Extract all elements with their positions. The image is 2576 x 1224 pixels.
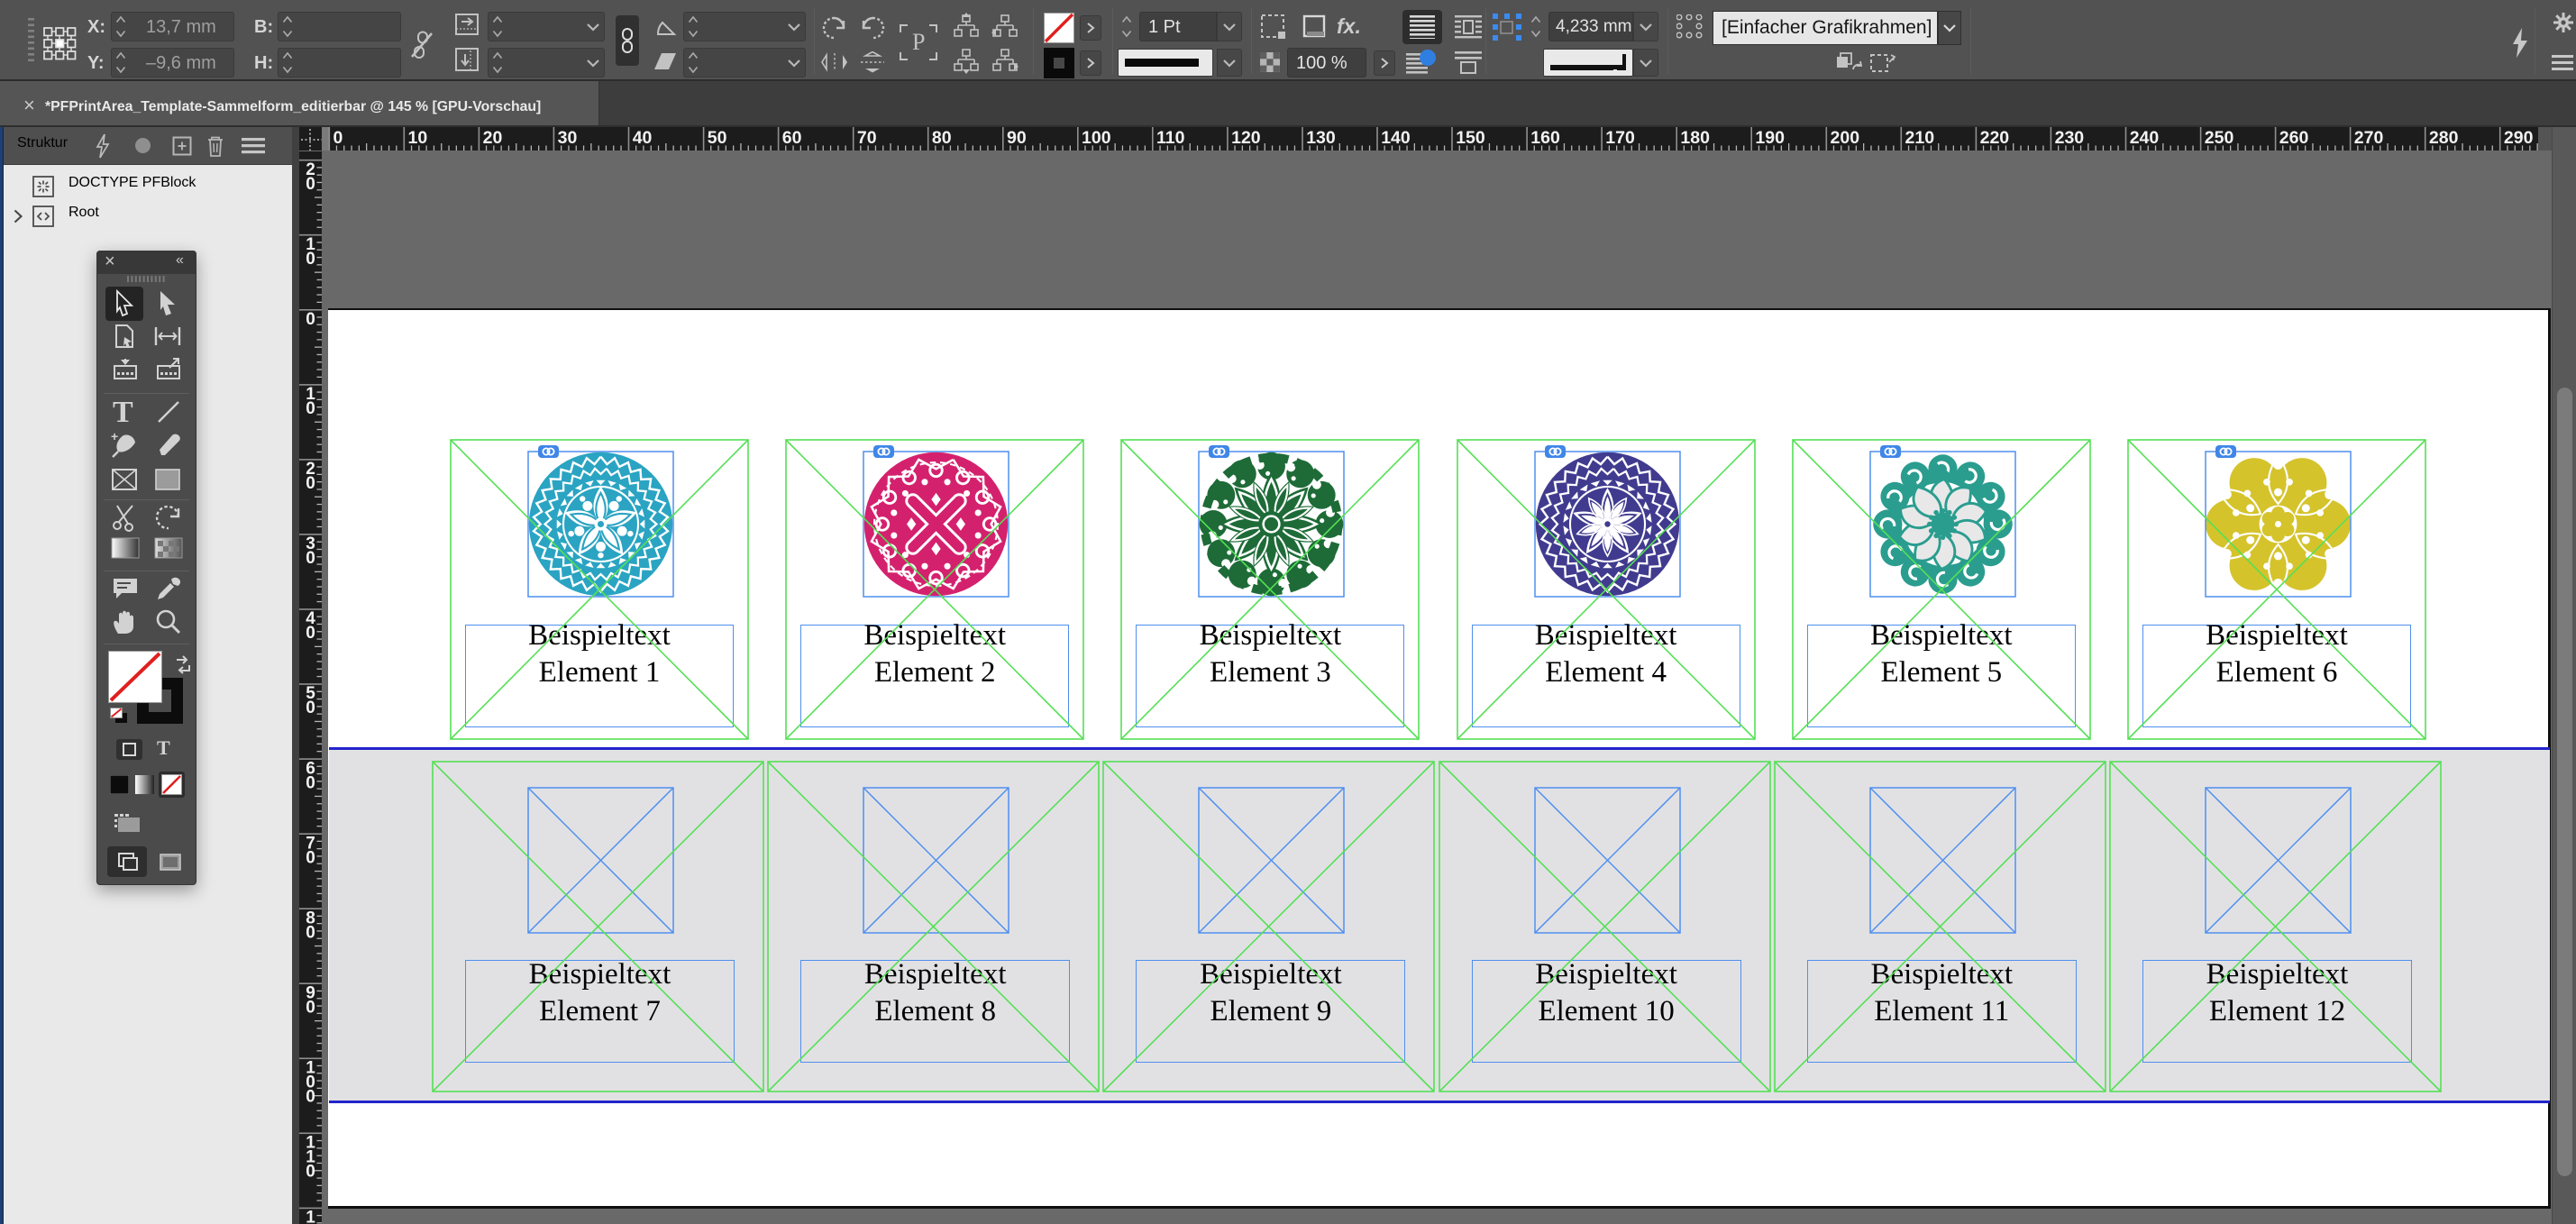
svg-text:80: 80 (932, 128, 952, 148)
svg-text:0: 0 (306, 549, 315, 568)
svg-text:140: 140 (1381, 128, 1411, 148)
svg-text:0: 0 (306, 699, 315, 717)
svg-text:0: 0 (306, 998, 315, 1017)
svg-text:250: 250 (2205, 128, 2234, 148)
svg-text:240: 240 (2130, 128, 2160, 148)
svg-text:1: 1 (306, 1209, 315, 1224)
svg-text:230: 230 (2055, 128, 2085, 148)
svg-text:0: 0 (306, 175, 315, 194)
svg-text:30: 30 (558, 128, 578, 148)
svg-text:0: 0 (306, 310, 315, 329)
svg-text:180: 180 (1680, 128, 1710, 148)
svg-text:200: 200 (1831, 128, 1860, 148)
svg-text:20: 20 (483, 128, 503, 148)
svg-text:130: 130 (1306, 128, 1336, 148)
svg-text:270: 270 (2354, 128, 2384, 148)
svg-text:170: 170 (1605, 128, 1635, 148)
svg-text:0: 0 (306, 624, 315, 643)
svg-text:70: 70 (857, 128, 877, 148)
svg-text:190: 190 (1755, 128, 1785, 148)
svg-text:0: 0 (306, 474, 315, 493)
svg-text:0: 0 (306, 1163, 315, 1182)
svg-text:10: 10 (408, 128, 428, 148)
svg-text:110: 110 (1156, 128, 1185, 148)
svg-text:90: 90 (1007, 128, 1027, 148)
svg-text:260: 260 (2279, 128, 2309, 148)
svg-text:+: + (111, 432, 118, 443)
svg-text:0: 0 (306, 1088, 315, 1107)
svg-text:160: 160 (1530, 128, 1560, 148)
svg-text:150: 150 (1456, 128, 1485, 148)
svg-text:0: 0 (333, 128, 343, 148)
svg-text:220: 220 (1980, 128, 2010, 148)
svg-text:210: 210 (1905, 128, 1935, 148)
svg-text:100: 100 (1082, 128, 1111, 148)
svg-text:0: 0 (306, 848, 315, 867)
svg-text:P: P (912, 29, 925, 55)
svg-text:280: 280 (2429, 128, 2459, 148)
svg-text:40: 40 (633, 128, 653, 148)
svg-text:0: 0 (306, 923, 315, 942)
svg-text:50: 50 (708, 128, 727, 148)
svg-text:0: 0 (306, 773, 315, 792)
svg-text:0: 0 (306, 399, 315, 418)
svg-text:60: 60 (782, 128, 802, 148)
svg-text:0: 0 (306, 250, 315, 269)
svg-text:120: 120 (1231, 128, 1261, 148)
svg-text:290: 290 (2504, 128, 2534, 148)
